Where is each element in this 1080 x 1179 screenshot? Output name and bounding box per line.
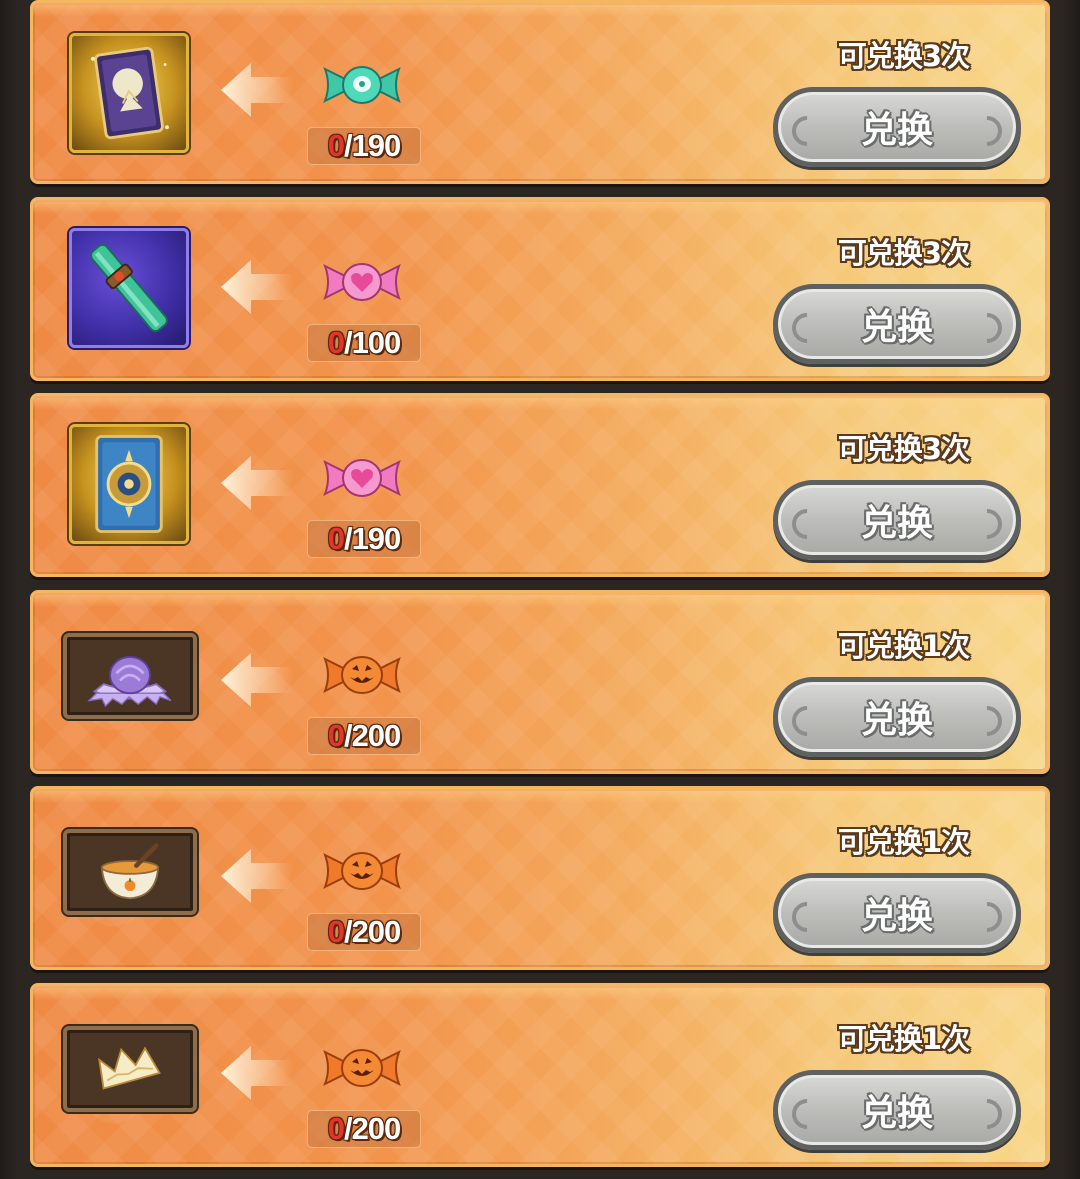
owned-count: 0 bbox=[327, 325, 345, 360]
exchange-limit-label: 可兑换3次 bbox=[837, 236, 970, 270]
exchange-row: 0/190 可兑换3次 兑换 bbox=[30, 0, 1050, 184]
exchange-button[interactable]: 兑换 bbox=[773, 284, 1021, 364]
exchange-button[interactable]: 兑换 bbox=[773, 1070, 1021, 1150]
progress-counter: 0/190 bbox=[307, 520, 421, 558]
progress-counter: 0/190 bbox=[307, 127, 421, 165]
pumpkin-soup-bowl-icon[interactable] bbox=[63, 829, 197, 915]
progress-counter: 0/200 bbox=[307, 913, 421, 951]
pumpkin-candy-icon bbox=[321, 1038, 403, 1096]
exchange-button-label: 兑换 bbox=[860, 503, 933, 544]
exchange-limit-label: 可兑换1次 bbox=[837, 1022, 970, 1056]
owned-count: 0 bbox=[327, 718, 345, 753]
exchange-limit-label: 可兑换3次 bbox=[837, 39, 970, 73]
required-count: /190 bbox=[343, 128, 401, 163]
required-count: /200 bbox=[343, 914, 401, 949]
exchange-limit-label: 可兑换1次 bbox=[837, 629, 970, 663]
exchange-row: 0/100 可兑换3次 兑换 bbox=[30, 197, 1050, 381]
exchange-button-label: 兑换 bbox=[860, 307, 933, 348]
required-count: /190 bbox=[343, 521, 401, 556]
exchange-limit-label: 可兑换3次 bbox=[837, 432, 970, 466]
owned-count: 0 bbox=[327, 1111, 345, 1146]
exchange-row: 0/200 可兑换1次 兑换 bbox=[30, 590, 1050, 774]
exchange-button[interactable]: 兑换 bbox=[773, 87, 1021, 167]
progress-counter: 0/200 bbox=[307, 1110, 421, 1148]
progress-counter: 0/100 bbox=[307, 324, 421, 362]
card-back-icon[interactable] bbox=[69, 424, 189, 544]
pumpkin-candy-icon bbox=[321, 645, 403, 703]
arrow-left-icon bbox=[219, 452, 293, 514]
jade-wand-icon[interactable] bbox=[69, 228, 189, 348]
exchange-button[interactable]: 兑换 bbox=[773, 677, 1021, 757]
teal-candy-icon bbox=[321, 55, 403, 113]
exchange-button-label: 兑换 bbox=[860, 110, 933, 151]
exchange-button-label: 兑换 bbox=[860, 700, 933, 741]
owned-count: 0 bbox=[327, 521, 345, 556]
paper-crown-icon[interactable] bbox=[63, 1026, 197, 1112]
required-count: /200 bbox=[343, 718, 401, 753]
arrow-left-icon bbox=[219, 649, 293, 711]
exchange-list: 0/190 可兑换3次 兑换 0 /100 可兑换3次 兑换 0 /190 可兑… bbox=[0, 0, 1080, 1179]
exchange-limit-label: 可兑换1次 bbox=[837, 825, 970, 859]
exchange-row: 0/200 可兑换1次 兑换 bbox=[30, 786, 1050, 970]
pink-heart-candy-icon bbox=[321, 252, 403, 310]
exchange-button[interactable]: 兑换 bbox=[773, 480, 1021, 560]
pumpkin-candy-icon bbox=[321, 841, 403, 899]
arrow-left-icon bbox=[219, 256, 293, 318]
owned-count: 0 bbox=[327, 914, 345, 949]
arrow-left-icon bbox=[219, 1042, 293, 1104]
pink-heart-candy-icon bbox=[321, 448, 403, 506]
exchange-row: 0/190 可兑换3次 兑换 bbox=[30, 393, 1050, 577]
required-count: /100 bbox=[343, 325, 401, 360]
tarot-card-icon[interactable] bbox=[69, 33, 189, 153]
arrow-left-icon bbox=[219, 59, 293, 121]
progress-counter: 0/200 bbox=[307, 717, 421, 755]
arrow-left-icon bbox=[219, 845, 293, 907]
purple-flower-hat-icon[interactable] bbox=[63, 633, 197, 719]
required-count: /200 bbox=[343, 1111, 401, 1146]
exchange-row: 0/200 可兑换1次 兑换 bbox=[30, 983, 1050, 1167]
exchange-button-label: 兑换 bbox=[860, 896, 933, 937]
owned-count: 0 bbox=[327, 128, 345, 163]
exchange-button-label: 兑换 bbox=[860, 1093, 933, 1134]
exchange-button[interactable]: 兑换 bbox=[773, 873, 1021, 953]
